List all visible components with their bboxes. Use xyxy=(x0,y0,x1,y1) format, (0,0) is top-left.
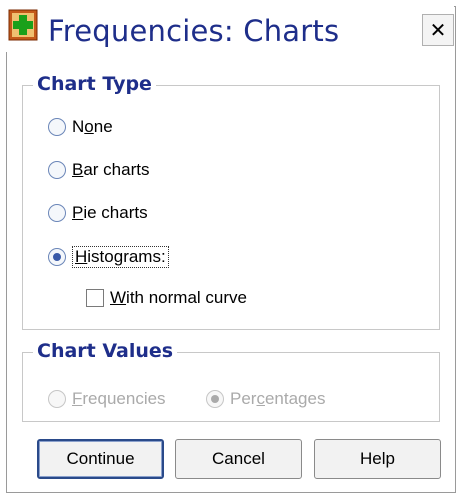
radio-percentages-label: Percentages xyxy=(230,389,326,408)
chart-values-group: Chart Values xyxy=(22,340,440,422)
spss-grid-plus-icon xyxy=(8,9,38,41)
close-button[interactable]: ✕ xyxy=(422,14,454,46)
radio-frequencies-circle[interactable] xyxy=(48,390,66,408)
radio-pie-charts[interactable]: Pie charts xyxy=(48,203,148,223)
radio-histograms[interactable]: Histograms: xyxy=(48,246,169,268)
radio-frequencies[interactable]: Frequencies xyxy=(48,389,166,409)
radio-percentages[interactable]: Percentages xyxy=(206,389,325,409)
cancel-button[interactable]: Cancel xyxy=(175,439,302,479)
radio-none-circle[interactable] xyxy=(48,118,66,136)
radio-bar-charts-circle[interactable] xyxy=(48,161,66,179)
title-bar: Frequencies: Charts ✕ xyxy=(6,6,454,52)
radio-selected-dot xyxy=(211,395,219,403)
radio-frequencies-label: Frequencies xyxy=(72,389,166,408)
normal-curve-checkbox[interactable] xyxy=(86,289,104,307)
normal-curve-checkbox-row[interactable]: With normal curve xyxy=(86,288,247,308)
chart-values-legend: Chart Values xyxy=(33,340,178,362)
radio-none[interactable]: None xyxy=(48,117,113,137)
radio-bar-charts[interactable]: Bar charts xyxy=(48,160,149,180)
radio-percentages-circle[interactable] xyxy=(206,390,224,408)
radio-histograms-circle[interactable] xyxy=(48,248,66,266)
radio-bar-charts-label: Bar charts xyxy=(72,160,150,179)
radio-histograms-label: Histograms: xyxy=(72,246,169,268)
window-title: Frequencies: Charts xyxy=(48,14,340,48)
radio-none-label: None xyxy=(72,117,113,136)
chart-type-legend: Chart Type xyxy=(33,73,156,95)
normal-curve-label: With normal curve xyxy=(110,288,247,307)
help-button[interactable]: Help xyxy=(314,439,441,479)
radio-pie-charts-circle[interactable] xyxy=(48,204,66,222)
close-icon: ✕ xyxy=(429,18,447,42)
radio-pie-charts-label: Pie charts xyxy=(72,203,148,222)
radio-selected-dot xyxy=(53,253,61,261)
continue-button[interactable]: Continue xyxy=(37,439,164,479)
